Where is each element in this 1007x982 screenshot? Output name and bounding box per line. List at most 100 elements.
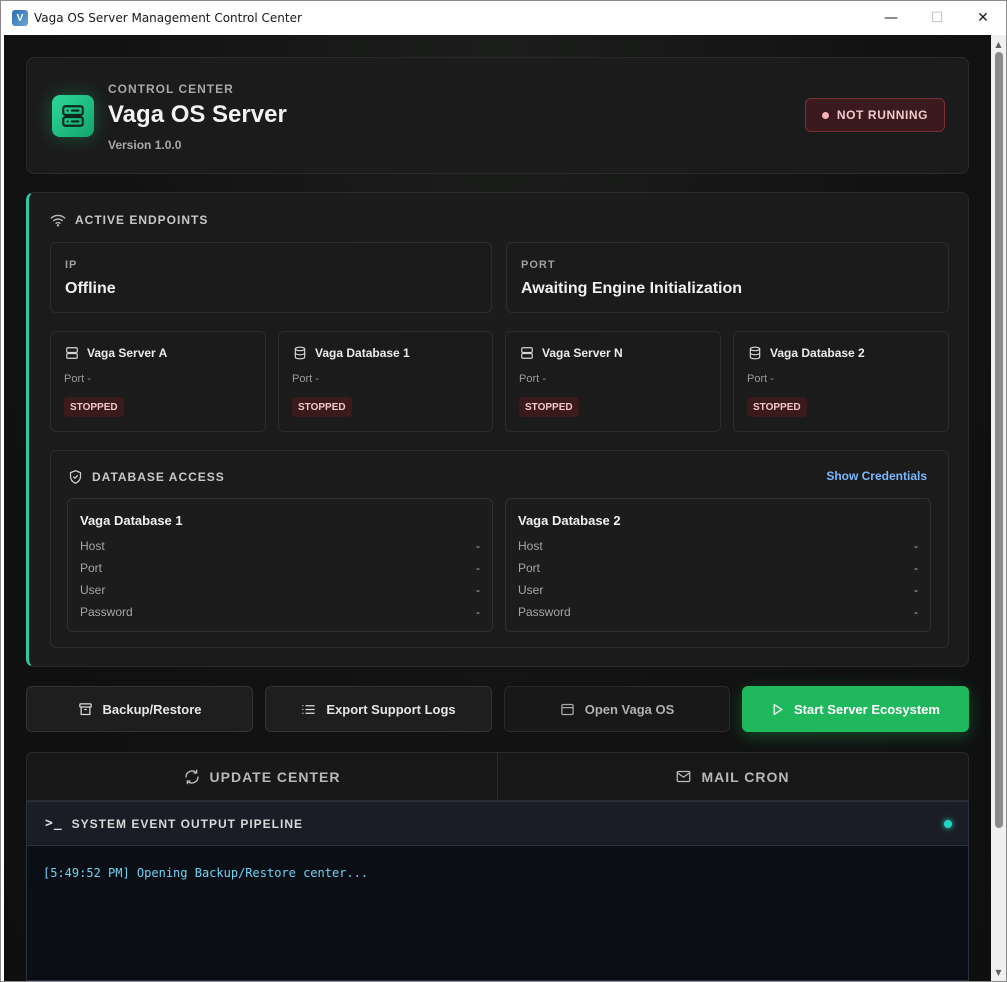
status-text: NOT RUNNING: [836, 108, 929, 122]
ip-label: IP: [65, 259, 78, 271]
port-label: PORT: [521, 259, 556, 271]
scrollbar-thumb[interactable]: [995, 52, 1003, 828]
credential-label: User: [80, 583, 106, 597]
status-badge: NOT RUNNING: [805, 98, 945, 132]
server-logo-icon: [52, 95, 94, 137]
credential-value: -: [476, 561, 480, 575]
credential-row: Password -: [80, 605, 480, 619]
archive-icon: [78, 702, 92, 715]
credential-label: Host: [518, 539, 543, 553]
credential-value: -: [914, 583, 918, 597]
start-server-ecosystem-button[interactable]: Start Server Ecosystem: [742, 686, 969, 732]
close-button[interactable]: ✕: [960, 1, 1006, 35]
database-icon: [749, 346, 761, 360]
service-name: Vaga Server A: [65, 346, 167, 360]
service-port: Port -: [747, 373, 774, 385]
app-window: V Vaga OS Server Management Control Cent…: [0, 0, 1007, 982]
tab-update-center[interactable]: UPDATE CENTER: [27, 753, 497, 800]
server-icon: [66, 347, 78, 359]
server-icon: [521, 347, 533, 359]
credential-row: User -: [518, 583, 918, 597]
database-access-card: DATABASE ACCESS Show Credentials Vaga Da…: [50, 450, 949, 648]
database-title: Vaga Database 1: [80, 513, 183, 528]
version-label: Version 1.0.0: [108, 138, 182, 152]
credential-row: Host -: [80, 539, 480, 553]
header-card: CONTROL CENTER Vaga OS Server Version 1.…: [26, 57, 969, 174]
credential-value: -: [476, 583, 480, 597]
service-name: Vaga Server N: [520, 346, 623, 360]
tab-bar: UPDATE CENTER MAIL CRON: [26, 752, 969, 801]
vertical-scrollbar[interactable]: ▲ ▼: [991, 35, 1006, 981]
console-title-label: SYSTEM EVENT OUTPUT PIPELINE: [71, 816, 304, 831]
service-status-badge: STOPPED: [292, 397, 352, 417]
credential-value: -: [476, 539, 480, 553]
credential-value: -: [476, 605, 480, 619]
event-console: >_ SYSTEM EVENT OUTPUT PIPELINE [5:49:52…: [26, 801, 969, 981]
credential-value: -: [914, 539, 918, 553]
terminal-icon: >_: [45, 816, 63, 831]
console-title: >_ SYSTEM EVENT OUTPUT PIPELINE: [45, 816, 303, 831]
window-title: Vaga OS Server Management Control Center: [34, 11, 302, 25]
export-support-logs-button[interactable]: Export Support Logs: [265, 686, 492, 732]
maximize-button[interactable]: ☐: [914, 1, 960, 35]
status-dot-icon: [821, 111, 829, 119]
title-bar: V Vaga OS Server Management Control Cent…: [1, 1, 1006, 35]
credential-label: Port: [518, 561, 541, 575]
credential-value: -: [914, 561, 918, 575]
tab-mail-cron[interactable]: MAIL CRON: [497, 753, 968, 800]
service-name-label: Vaga Server N: [542, 346, 623, 360]
credential-label: Password: [518, 605, 571, 619]
port-value: Awaiting Engine Initialization: [521, 280, 743, 297]
credential-row: Port -: [80, 561, 480, 575]
start-server-ecosystem-label: Start Server Ecosystem: [794, 701, 940, 717]
credential-label: User: [518, 583, 544, 597]
refresh-icon: [184, 769, 199, 784]
database-credentials-panel: Vaga Database 2 Host - Port - User - Passwo…: [505, 498, 931, 632]
service-status-badge: STOPPED: [747, 397, 807, 417]
active-endpoints-card: ACTIVE ENDPOINTS IP Offline PORT Awaitin…: [26, 192, 969, 667]
shield-check-icon: [69, 470, 82, 484]
app-logo-icon: V: [12, 10, 28, 26]
active-endpoints-label: ACTIVE ENDPOINTS: [75, 213, 209, 227]
service-name: Vaga Database 2: [748, 346, 865, 360]
credential-value: -: [914, 605, 918, 619]
service-port: Port -: [292, 373, 319, 385]
service-name-label: Vaga Server A: [87, 346, 168, 360]
tab-update-center-label: UPDATE CENTER: [209, 768, 341, 785]
ip-value: Offline: [65, 280, 116, 297]
console-header: >_ SYSTEM EVENT OUTPUT PIPELINE: [27, 802, 968, 846]
service-status-badge: STOPPED: [519, 397, 579, 417]
main-content: CONTROL CENTER Vaga OS Server Version 1.…: [4, 35, 991, 981]
service-status-badge: STOPPED: [64, 397, 124, 417]
minimize-button[interactable]: —: [868, 1, 914, 35]
database-icon: [294, 346, 306, 360]
service-name-label: Vaga Database 2: [770, 346, 865, 360]
page-title: Vaga OS Server: [108, 101, 287, 128]
mail-icon: [677, 770, 691, 783]
service-card: Vaga Server A Port - STOPPED: [50, 331, 266, 432]
database-credentials-panel: Vaga Database 1 Host - Port - User - Passwo…: [67, 498, 493, 632]
browser-window-icon: [560, 703, 574, 715]
show-credentials-link[interactable]: Show Credentials: [826, 469, 927, 483]
credential-row: Port -: [518, 561, 918, 575]
database-access-heading: DATABASE ACCESS: [68, 469, 225, 485]
database-access-label: DATABASE ACCESS: [92, 470, 225, 484]
open-vaga-os-button[interactable]: Open Vaga OS: [504, 686, 730, 732]
service-port: Port -: [519, 373, 546, 385]
scroll-down-icon[interactable]: ▼: [991, 965, 1006, 979]
scroll-up-icon[interactable]: ▲: [991, 37, 1006, 51]
credential-row: Host -: [518, 539, 918, 553]
console-log-line: [5:49:52 PM] Opening Backup/Restore cent…: [43, 866, 369, 880]
live-indicator-dot: [944, 820, 952, 828]
service-port: Port -: [64, 373, 91, 385]
credential-row: Password -: [518, 605, 918, 619]
active-endpoints-heading: ACTIVE ENDPOINTS: [50, 213, 208, 227]
list-icon: [302, 704, 316, 714]
wifi-icon: [50, 214, 66, 227]
service-card: Vaga Database 1 Port - STOPPED: [278, 331, 493, 432]
backup-restore-button[interactable]: Backup/Restore: [26, 686, 253, 732]
service-name-label: Vaga Database 1: [315, 346, 410, 360]
service-card: Vaga Server N Port - STOPPED: [505, 331, 721, 432]
port-card: PORT Awaiting Engine Initialization: [506, 242, 949, 313]
service-name: Vaga Database 1: [293, 346, 410, 360]
